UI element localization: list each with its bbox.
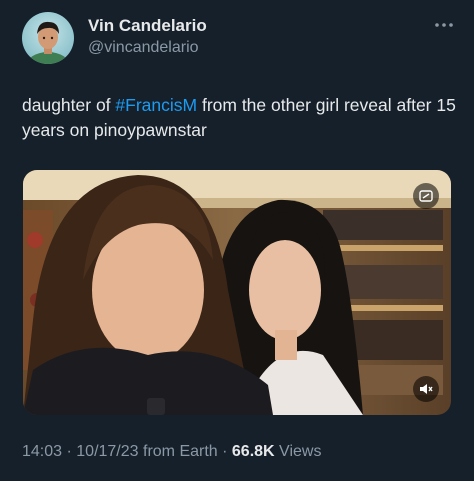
volume-muted-icon[interactable] bbox=[413, 376, 439, 402]
more-horizontal-icon[interactable] bbox=[432, 20, 456, 30]
tweet-date[interactable]: 10/17/23 bbox=[76, 443, 138, 460]
volume-muted-glyph bbox=[420, 384, 433, 394]
avatar[interactable] bbox=[22, 12, 74, 64]
video-media[interactable] bbox=[23, 170, 451, 415]
tweet-source: from Earth bbox=[138, 443, 218, 460]
user-handle[interactable]: @vincandelario bbox=[88, 38, 207, 58]
views-label: Views bbox=[274, 443, 322, 460]
author-block: Vin Candelario @vincandelario bbox=[88, 16, 207, 58]
separator-dot: · bbox=[217, 443, 232, 460]
tweet-time[interactable]: 14:03 bbox=[22, 443, 62, 460]
video-frame bbox=[23, 170, 451, 415]
gif-settings-icon[interactable] bbox=[413, 183, 439, 209]
tweet: Vin Candelario @vincandelario daughter o… bbox=[0, 0, 474, 481]
display-name[interactable]: Vin Candelario bbox=[88, 16, 207, 36]
tweet-text-before: daughter of bbox=[22, 95, 116, 115]
avatar-image bbox=[26, 21, 70, 64]
hashtag-link[interactable]: #FrancisM bbox=[115, 95, 197, 115]
tweet-meta: 14:03 · 10/17/23 from Earth · 66.8K View… bbox=[22, 443, 321, 461]
separator-dot: · bbox=[62, 443, 77, 460]
gif-settings-glyph bbox=[419, 190, 433, 202]
views-count[interactable]: 66.8K bbox=[232, 443, 275, 460]
tweet-text: daughter of #FrancisM from the other gir… bbox=[22, 93, 462, 143]
